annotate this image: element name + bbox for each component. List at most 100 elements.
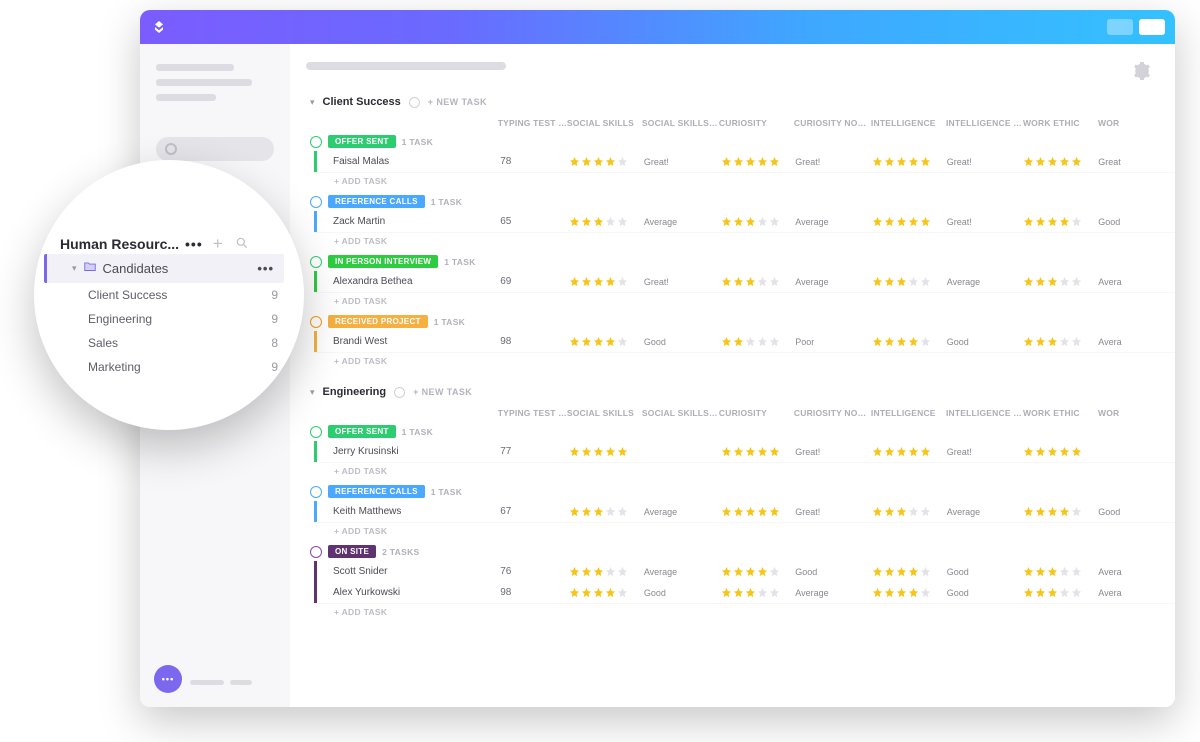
work-ethic-stars: [1023, 276, 1098, 287]
work-ethic-note: Good: [1098, 507, 1175, 517]
candidate-name: Scott Snider: [317, 566, 500, 577]
item-count: 9: [271, 312, 284, 326]
curiosity-note: Good: [795, 567, 872, 577]
status-circle-icon: [310, 426, 322, 438]
add-task-button[interactable]: + ADD TASK: [304, 172, 1175, 192]
work-ethic-note: Avera: [1098, 567, 1175, 577]
space-header[interactable]: Human Resourc... ••• +: [60, 234, 284, 254]
topbar-control[interactable]: [1107, 19, 1133, 35]
candidate-name: Keith Matthews: [317, 506, 500, 517]
chevron-down-icon: ▾: [72, 263, 77, 274]
new-task-button[interactable]: + NEW TASK: [428, 97, 487, 107]
sidebar-search[interactable]: [156, 137, 274, 161]
task-count: 1 TASK: [431, 487, 462, 497]
new-task-button[interactable]: + NEW TASK: [413, 387, 472, 397]
intelligence-note: Average: [947, 507, 1024, 517]
add-task-button[interactable]: + ADD TASK: [304, 352, 1175, 372]
sidebar-subitem-label: Client Success: [88, 288, 167, 302]
section: ▾ Client Success + NEW TASK TYPING TEST …: [304, 96, 1175, 372]
status-header[interactable]: REFERENCE CALLS 1 TASK: [304, 192, 1175, 211]
candidate-row[interactable]: Zack Martin 65 Average Average Great! Go…: [314, 211, 1175, 232]
intelligence-note: Average: [947, 277, 1024, 287]
social-stars: [569, 446, 644, 457]
candidate-row[interactable]: Brandi West 98 Good Poor Good Avera: [314, 331, 1175, 352]
task-count: 1 TASK: [431, 197, 462, 207]
sidebar-subitem[interactable]: Client Success 9: [60, 283, 284, 307]
work-ethic-stars: [1023, 216, 1098, 227]
candidate-name: Faisal Malas: [317, 156, 500, 167]
more-icon[interactable]: •••: [185, 236, 203, 252]
info-icon[interactable]: [394, 387, 405, 398]
status-header[interactable]: ON SITE 2 TASKS: [304, 542, 1175, 561]
status-header[interactable]: OFFER SENT 1 TASK: [304, 422, 1175, 441]
status-header[interactable]: IN PERSON INTERVIEW 1 TASK: [304, 252, 1175, 271]
social-note: Good: [644, 337, 721, 347]
intelligence-stars: [872, 566, 947, 577]
add-task-button[interactable]: + ADD TASK: [304, 522, 1175, 542]
chevron-down-icon[interactable]: ▾: [310, 97, 315, 108]
intelligence-stars: [872, 276, 947, 287]
candidate-row[interactable]: Faisal Malas 78 Great! Great! Great! Gre…: [314, 151, 1175, 172]
social-stars: [569, 506, 644, 517]
status-circle-icon: [310, 486, 322, 498]
wpm-value: 69: [500, 276, 569, 287]
status-header[interactable]: OFFER SENT 1 TASK: [304, 132, 1175, 151]
work-ethic-note: Great: [1098, 157, 1175, 167]
sidebar-subitem-label: Engineering: [88, 312, 152, 326]
social-stars: [569, 336, 644, 347]
add-task-button[interactable]: + ADD TASK: [304, 232, 1175, 252]
curiosity-stars: [721, 587, 796, 598]
curiosity-stars: [721, 336, 796, 347]
candidate-row[interactable]: Scott Snider 76 Average Good Good Avera: [314, 561, 1175, 582]
intelligence-note: Good: [947, 567, 1024, 577]
page-title-placeholder: [306, 62, 506, 70]
candidate-name: Jerry Krusinski: [317, 446, 500, 457]
intelligence-stars: [872, 156, 947, 167]
intelligence-note: Great!: [947, 157, 1024, 167]
item-count: 9: [271, 288, 284, 302]
more-icon[interactable]: •••: [257, 261, 274, 276]
chat-icon[interactable]: [154, 665, 182, 693]
status-badge: REFERENCE CALLS: [328, 485, 425, 498]
chevron-down-icon[interactable]: ▾: [310, 387, 315, 398]
task-count: 1 TASK: [402, 427, 433, 437]
placeholder-line: [156, 94, 216, 101]
candidate-name: Alex Yurkowski: [317, 587, 500, 598]
status-circle-icon: [310, 546, 322, 558]
curiosity-stars: [721, 216, 796, 227]
candidate-row[interactable]: Keith Matthews 67 Average Great! Average…: [314, 501, 1175, 522]
social-stars: [569, 587, 644, 598]
social-stars: [569, 276, 644, 287]
candidate-row[interactable]: Alex Yurkowski 98 Good Average Good Aver…: [314, 582, 1175, 603]
add-task-button[interactable]: + ADD TASK: [304, 462, 1175, 482]
candidate-row[interactable]: Alexandra Bethea 69 Great! Average Avera…: [314, 271, 1175, 292]
status-header[interactable]: RECEIVED PROJECT 1 TASK: [304, 312, 1175, 331]
sidebar-subitem[interactable]: Marketing9: [60, 355, 284, 379]
column-headers: TYPING TEST WPM SOCIAL SKILLS SOCIAL SKI…: [304, 404, 1175, 422]
candidate-name: Zack Martin: [317, 216, 500, 227]
placeholder-line: [156, 64, 234, 71]
topbar-control[interactable]: [1139, 19, 1165, 35]
add-task-button[interactable]: + ADD TASK: [304, 603, 1175, 623]
curiosity-note: Poor: [795, 337, 872, 347]
placeholder-line: [156, 79, 252, 86]
search-icon[interactable]: [235, 236, 249, 253]
sidebar-subitem[interactable]: Engineering 9: [60, 307, 284, 331]
info-icon[interactable]: [409, 97, 420, 108]
wpm-value: 77: [500, 446, 569, 457]
sidebar-subitem[interactable]: Sales8: [60, 331, 284, 355]
add-task-button[interactable]: + ADD TASK: [304, 292, 1175, 312]
social-note: Average: [644, 567, 721, 577]
gear-icon[interactable]: [1133, 62, 1151, 85]
candidate-row[interactable]: Jerry Krusinski 77 Great! Great!: [314, 441, 1175, 462]
sidebar-item-candidates[interactable]: ▾ Candidates •••: [44, 254, 284, 283]
status-circle-icon: [310, 256, 322, 268]
plus-icon[interactable]: +: [213, 234, 223, 254]
work-ethic-stars: [1023, 506, 1098, 517]
task-count: 1 TASK: [402, 137, 433, 147]
candidate-name: Brandi West: [317, 336, 500, 347]
status-header[interactable]: REFERENCE CALLS 1 TASK: [304, 482, 1175, 501]
sidebar-subitem-label: Marketing: [88, 360, 141, 374]
work-ethic-stars: [1023, 587, 1098, 598]
social-note: Good: [644, 588, 721, 598]
